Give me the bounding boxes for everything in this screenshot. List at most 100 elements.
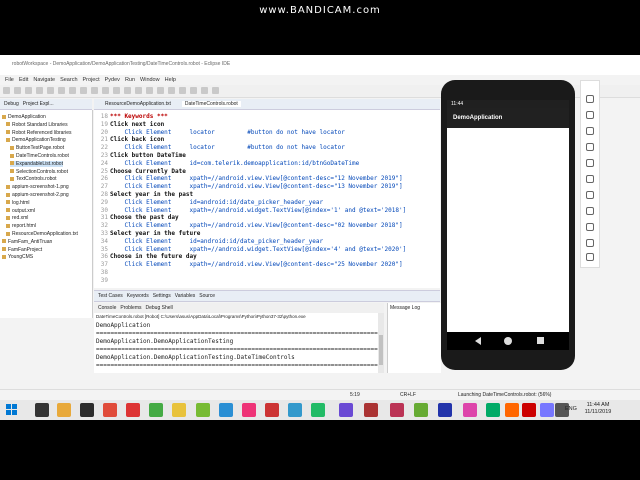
menu-item-file[interactable]: File: [5, 77, 14, 83]
taskbar-app-icon[interactable]: [103, 403, 117, 417]
toolbar-icon[interactable]: [190, 87, 197, 94]
toolbar-icon[interactable]: [91, 87, 98, 94]
menu-item-window[interactable]: Window: [140, 77, 160, 83]
tree-item[interactable]: ResourceDemoApplication.txt: [6, 231, 78, 237]
console-scrollbar[interactable]: [378, 313, 384, 373]
toolbar-icon[interactable]: [3, 87, 10, 94]
taskbar-app-icon[interactable]: [219, 403, 233, 417]
tree-item[interactable]: ButtonTestPage.robot: [10, 145, 64, 151]
toolbar-icon[interactable]: [146, 87, 153, 94]
menu-item-project[interactable]: Project: [83, 77, 100, 83]
toolbar-icon[interactable]: [113, 87, 120, 94]
toolbar-icon[interactable]: [179, 87, 186, 94]
explorer-tab[interactable]: Debug: [4, 101, 19, 107]
tree-item[interactable]: log.html: [6, 200, 30, 206]
toolbar-icon[interactable]: [14, 87, 21, 94]
tree-item[interactable]: ExpandableList.robot: [10, 160, 63, 167]
tree-item[interactable]: YoungCMS: [2, 254, 33, 260]
toolbar-icon[interactable]: [135, 87, 142, 94]
toolbar-icon[interactable]: [80, 87, 87, 94]
power-icon[interactable]: [586, 95, 594, 103]
tree-item[interactable]: TextControls.robot: [10, 176, 57, 182]
menu-item-run[interactable]: Run: [125, 77, 135, 83]
taskbar-app-icon[interactable]: [288, 403, 302, 417]
toolbar-icon[interactable]: [36, 87, 43, 94]
toolbar-icon[interactable]: [58, 87, 65, 94]
taskbar-app-icon[interactable]: [196, 403, 210, 417]
taskbar-app-icon[interactable]: [364, 403, 378, 417]
menu-item-help[interactable]: Help: [165, 77, 176, 83]
tree-item[interactable]: report.html: [6, 223, 36, 229]
taskbar-app-icon[interactable]: [540, 403, 554, 417]
taskbar-clock[interactable]: 11:44 AM 11/11/2019: [578, 402, 618, 416]
tree-item[interactable]: Robot Standard Libraries: [6, 122, 68, 128]
windows-start-icon[interactable]: [6, 404, 18, 416]
toolbar-icon[interactable]: [168, 87, 175, 94]
menu-item-edit[interactable]: Edit: [19, 77, 28, 83]
robot-tab[interactable]: Source: [199, 293, 215, 299]
robot-tab[interactable]: Test Cases: [98, 293, 123, 299]
home-icon[interactable]: [504, 337, 512, 345]
menu-item-search[interactable]: Search: [60, 77, 77, 83]
phone-screen[interactable]: 11:44 DemoApplication: [447, 100, 569, 350]
taskbar-app-icon[interactable]: [505, 403, 519, 417]
console-tab[interactable]: Debug Shell: [145, 305, 172, 311]
editor-tab[interactable]: ResourceDemoApplication.txt: [102, 101, 174, 107]
taskbar-app-icon[interactable]: [390, 403, 404, 417]
tree-item[interactable]: DemoApplicationTesting: [6, 137, 66, 143]
rotate-left-icon[interactable]: [586, 143, 594, 151]
back-button-icon[interactable]: [586, 207, 594, 215]
taskbar-app-icon[interactable]: [126, 403, 140, 417]
toolbar-icon[interactable]: [157, 87, 164, 94]
taskbar-app-icon[interactable]: [486, 403, 500, 417]
home-button-icon[interactable]: [586, 223, 594, 231]
robot-tab[interactable]: Keywords: [127, 293, 149, 299]
taskbar-app-icon[interactable]: [35, 403, 49, 417]
scroll-thumb[interactable]: [379, 335, 383, 365]
taskbar-app-icon[interactable]: [80, 403, 94, 417]
toolbar-icon[interactable]: [212, 87, 219, 94]
toolbar-icon[interactable]: [47, 87, 54, 94]
overview-icon[interactable]: [586, 239, 594, 247]
volume-up-icon[interactable]: [586, 111, 594, 119]
rotate-right-icon[interactable]: [586, 159, 594, 167]
tree-item[interactable]: appium-screenshot-1.png: [6, 184, 69, 190]
tree-item[interactable]: DateTimeControls.robot: [10, 153, 69, 159]
console-tab[interactable]: Problems: [120, 305, 141, 311]
taskbar-app-icon[interactable]: [339, 403, 353, 417]
toolbar-icon[interactable]: [102, 87, 109, 94]
tree-item[interactable]: DemoApplication: [2, 114, 46, 120]
toolbar-icon[interactable]: [25, 87, 32, 94]
toolbar-icon[interactable]: [201, 87, 208, 94]
explorer-tab[interactable]: Project Expl...: [23, 101, 54, 107]
tree-item[interactable]: output.xml: [6, 208, 35, 214]
taskbar-app-icon[interactable]: [463, 403, 477, 417]
taskbar-app-icon[interactable]: [57, 403, 71, 417]
tree-item[interactable]: FamFam_AntiTruan: [2, 239, 52, 245]
toolbar-icon[interactable]: [69, 87, 76, 94]
taskbar-app-icon[interactable]: [438, 403, 452, 417]
tree-item[interactable]: SelectionControls.robot: [10, 169, 68, 175]
menu-item-pydev[interactable]: Pydev: [105, 77, 120, 83]
back-icon[interactable]: [475, 337, 481, 345]
recent-apps-icon[interactable]: [537, 337, 544, 344]
tree-item[interactable]: Robot Referenced libraries: [6, 130, 71, 136]
console-tab[interactable]: Console: [98, 305, 116, 311]
tree-item[interactable]: FamFanProject: [2, 247, 42, 253]
taskbar-app-icon[interactable]: [242, 403, 256, 417]
volume-down-icon[interactable]: [586, 127, 594, 135]
language-indicator[interactable]: ENG: [565, 406, 577, 412]
robot-tab[interactable]: Settings: [153, 293, 171, 299]
console-output[interactable]: DateTimeControls.robot [Robot] C:\Users\…: [94, 313, 384, 373]
editor-tab[interactable]: DateTimeControls.robot: [181, 101, 241, 107]
taskbar-app-icon[interactable]: [265, 403, 279, 417]
taskbar-app-icon[interactable]: [311, 403, 325, 417]
taskbar-app-icon[interactable]: [522, 403, 536, 417]
toolbar-icon[interactable]: [124, 87, 131, 94]
code-editor[interactable]: 18 *** Keywords *** 19 Click next icon 20 Cl…: [94, 110, 440, 288]
taskbar-app-icon[interactable]: [149, 403, 163, 417]
tree-item[interactable]: appium-screenshot-2.png: [6, 192, 69, 198]
menu-item-navigate[interactable]: Navigate: [33, 77, 55, 83]
taskbar-app-icon[interactable]: [172, 403, 186, 417]
more-icon[interactable]: [586, 253, 594, 261]
